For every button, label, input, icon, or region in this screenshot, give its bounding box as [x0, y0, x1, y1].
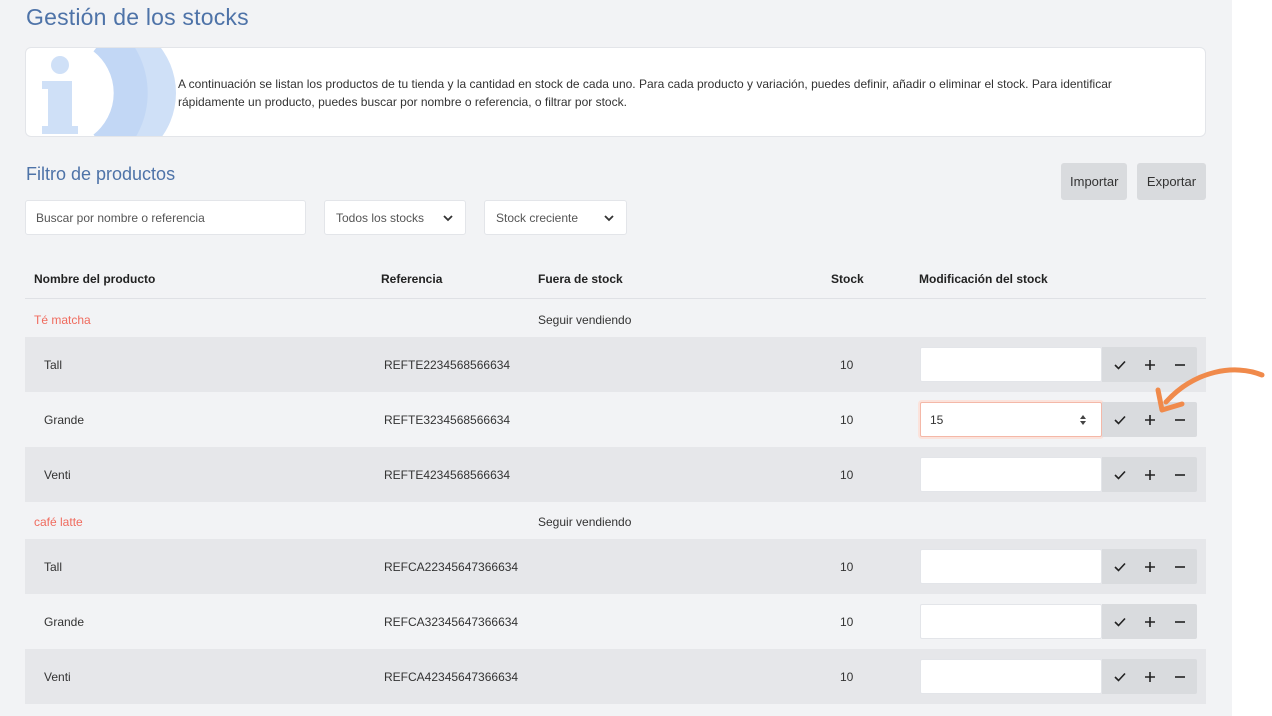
stock-filter-value: Todos los stocks [336, 210, 425, 225]
variant-name: Venti [44, 468, 71, 482]
column-header-stock: Stock [831, 272, 864, 286]
stock-modification-input[interactable] [920, 457, 1102, 492]
variant-name: Tall [44, 358, 63, 372]
variant-row: Venti REFTE4234568566634 10 [25, 447, 1206, 502]
export-button[interactable]: Exportar [1137, 163, 1206, 200]
check-icon [1114, 617, 1126, 627]
import-button[interactable]: Importar [1061, 163, 1128, 200]
stock-filter-select[interactable]: Todos los stocks [324, 200, 466, 235]
stock-action-group [1102, 659, 1197, 694]
remove-stock-button[interactable] [1165, 604, 1195, 639]
variant-stock: 10 [840, 358, 854, 372]
add-stock-button[interactable] [1135, 549, 1165, 584]
minus-icon [1175, 473, 1185, 476]
confirm-button[interactable] [1105, 457, 1135, 492]
add-stock-button[interactable] [1135, 604, 1165, 639]
stock-action-group [1102, 604, 1197, 639]
plus-icon [1145, 671, 1155, 682]
variant-reference: REFTE3234568566634 [384, 413, 511, 427]
variant-name: Tall [44, 560, 63, 574]
remove-stock-button[interactable] [1165, 457, 1195, 492]
confirm-button[interactable] [1105, 347, 1135, 382]
confirm-button[interactable] [1105, 659, 1135, 694]
chevron-down-icon [443, 215, 453, 222]
filter-title: Filtro de productos [26, 164, 176, 184]
info-text: A continuación se listan los productos d… [178, 77, 1112, 109]
product-name: café latte [34, 515, 83, 529]
variant-row: Grande REFCA32345647366634 10 [25, 594, 1206, 649]
confirm-button[interactable] [1105, 402, 1135, 437]
stock-modification-input[interactable] [920, 402, 1102, 437]
variant-name: Grande [44, 413, 85, 427]
confirm-button[interactable] [1105, 604, 1135, 639]
variant-stock: 10 [840, 670, 854, 684]
info-box: A continuación se listan los productos d… [25, 47, 1206, 137]
variant-stock: 10 [840, 468, 854, 482]
variant-stock: 10 [840, 413, 854, 427]
add-stock-button[interactable] [1135, 457, 1165, 492]
product-row: café latte Seguir vendiendo [25, 501, 1206, 539]
spinner-icon[interactable] [1079, 414, 1087, 426]
variant-reference: REFCA22345647366634 [384, 560, 519, 574]
stock-action-group [1102, 457, 1197, 492]
variant-row: Grande REFTE3234568566634 10 [25, 392, 1206, 447]
minus-icon [1175, 620, 1185, 623]
stock-action-group [1102, 549, 1197, 584]
out-of-stock-policy: Seguir vendiendo [538, 313, 632, 327]
confirm-button[interactable] [1105, 549, 1135, 584]
minus-icon [1175, 565, 1185, 568]
check-icon [1114, 470, 1126, 480]
column-header-name: Nombre del producto [34, 272, 156, 286]
remove-stock-button[interactable] [1165, 659, 1195, 694]
page-background: Gestión de los stocks A continuación se … [0, 0, 1232, 716]
annotation-arrow-icon [1155, 367, 1265, 413]
check-icon [1114, 360, 1126, 370]
variant-stock: 10 [840, 560, 854, 574]
variant-row: Venti REFCA42345647366634 10 [25, 649, 1206, 704]
plus-icon [1145, 469, 1155, 480]
sort-value: Stock creciente [496, 210, 579, 225]
stock-modification-input[interactable] [920, 347, 1102, 382]
plus-icon [1145, 616, 1155, 627]
column-header-reference: Referencia [381, 272, 443, 286]
variant-reference: REFCA32345647366634 [384, 615, 519, 629]
page-title: Gestión de los stocks [26, 4, 249, 30]
variant-name: Venti [44, 670, 71, 684]
variant-stock: 10 [840, 615, 854, 629]
out-of-stock-policy: Seguir vendiendo [538, 515, 632, 529]
variant-reference: REFTE4234568566634 [384, 468, 511, 482]
column-header-modification: Modificación del stock [919, 272, 1048, 286]
stock-modification-input[interactable] [920, 549, 1102, 584]
column-header-out-of-stock: Fuera de stock [538, 272, 623, 286]
variant-reference: REFCA42345647366634 [384, 670, 519, 684]
chevron-down-icon [604, 215, 614, 222]
search-input[interactable] [25, 200, 306, 235]
check-icon [1114, 562, 1126, 572]
minus-icon [1175, 675, 1185, 678]
info-icon [42, 48, 176, 136]
variant-row: Tall REFTE2234568566634 10 [25, 337, 1206, 392]
variant-row: Tall REFCA22345647366634 10 [25, 539, 1206, 594]
check-icon [1114, 672, 1126, 682]
stock-modification-input[interactable] [920, 659, 1102, 694]
check-icon [1114, 415, 1126, 425]
sort-select[interactable]: Stock creciente [484, 200, 627, 235]
product-row: Té matcha Seguir vendiendo [25, 299, 1206, 337]
remove-stock-button[interactable] [1165, 549, 1195, 584]
product-name: Té matcha [34, 313, 91, 327]
variant-reference: REFTE2234568566634 [384, 358, 511, 372]
stock-modification-input[interactable] [920, 604, 1102, 639]
plus-icon [1145, 561, 1155, 572]
variant-name: Grande [44, 615, 85, 629]
add-stock-button[interactable] [1135, 659, 1165, 694]
